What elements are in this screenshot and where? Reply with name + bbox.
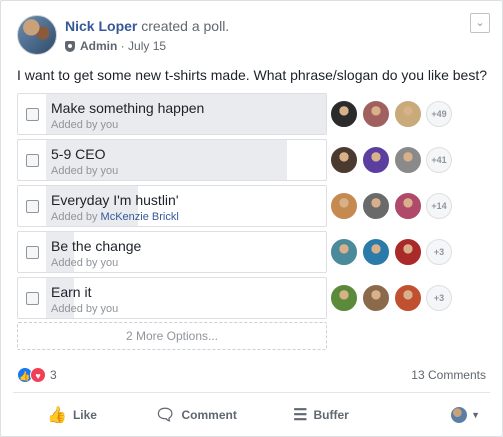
- more-voters-count[interactable]: +3: [426, 285, 452, 311]
- post-header-line: Nick Loper created a poll.: [65, 17, 229, 35]
- voter-avatar[interactable]: [330, 238, 358, 266]
- comment-label: Comment: [181, 407, 237, 422]
- added-by-prefix: Added by: [51, 257, 98, 269]
- poll-option[interactable]: Earn it Added by you: [17, 277, 327, 319]
- voter-avatar[interactable]: [330, 146, 358, 174]
- post-options-button[interactable]: ⌄: [470, 13, 490, 33]
- audience-selector[interactable]: ▼: [451, 406, 480, 423]
- option-voters: +14: [330, 185, 452, 227]
- voter-avatar[interactable]: [330, 192, 358, 220]
- option-checkbox[interactable]: [26, 292, 39, 305]
- option-label: Be the change: [51, 238, 142, 254]
- added-by-prefix: Added by: [51, 165, 98, 177]
- chevron-down-icon: ⌄: [475, 17, 485, 29]
- thumbs-up-icon: 👍: [47, 406, 67, 424]
- poll-option[interactable]: Be the change Added by you: [17, 231, 327, 273]
- option-checkbox[interactable]: [26, 108, 39, 121]
- author-role: Admin: [80, 39, 118, 53]
- added-by-name: you: [100, 119, 119, 131]
- voter-avatar[interactable]: [394, 284, 422, 312]
- poll-question: I want to get some new t-shirts made. Wh…: [17, 67, 488, 83]
- shield-icon: [65, 40, 75, 52]
- post-date-link[interactable]: July 15: [128, 37, 166, 55]
- option-label: Make something happen: [51, 100, 205, 116]
- reactions-summary[interactable]: 👍 ♥ 3: [17, 367, 57, 383]
- heart-icon: ♥: [30, 367, 46, 383]
- voter-avatar[interactable]: [362, 192, 390, 220]
- voter-avatar[interactable]: [362, 238, 390, 266]
- author-avatar[interactable]: [17, 15, 57, 55]
- buffer-button[interactable]: ☰ Buffer: [261, 399, 381, 431]
- option-added-by: Added by you: [51, 256, 118, 270]
- option-checkbox[interactable]: [26, 246, 39, 259]
- voter-avatar[interactable]: [362, 146, 390, 174]
- post-stats: 👍 ♥ 3 13 Comments: [17, 365, 486, 385]
- author-name-link[interactable]: Nick Loper: [65, 18, 137, 34]
- voter-avatar[interactable]: [394, 192, 422, 220]
- caret-down-icon: ▼: [471, 409, 480, 420]
- post-actions-bar: 👍 Like 🗨 Comment ☰ Buffer ▼: [13, 392, 490, 436]
- added-by-name: you: [100, 257, 119, 269]
- post-header-info: Nick Loper created a poll. Admin · July …: [65, 17, 229, 55]
- option-label: Earn it: [51, 284, 92, 300]
- option-label: 5-9 CEO: [51, 146, 106, 162]
- voter-avatar[interactable]: [394, 238, 422, 266]
- option-checkbox[interactable]: [26, 154, 39, 167]
- poll-option[interactable]: Make something happen Added by you: [17, 93, 327, 135]
- added-by-name: you: [100, 165, 119, 177]
- option-added-by: Added by you: [51, 164, 118, 178]
- poll-post-card: Nick Loper created a poll. Admin · July …: [0, 0, 503, 437]
- option-checkbox[interactable]: [26, 200, 39, 213]
- added-by-prefix: Added by: [51, 303, 98, 315]
- voter-avatar[interactable]: [330, 100, 358, 128]
- voter-avatar[interactable]: [362, 284, 390, 312]
- more-options-button[interactable]: 2 More Options...: [17, 322, 327, 350]
- comment-button[interactable]: 🗨 Comment: [131, 399, 261, 431]
- meta-separator: ·: [117, 39, 129, 53]
- voter-avatar[interactable]: [362, 100, 390, 128]
- option-voters: +3: [330, 277, 452, 319]
- option-added-by: Added by McKenzie Brickl: [51, 210, 179, 224]
- more-voters-count[interactable]: +3: [426, 239, 452, 265]
- voter-avatar[interactable]: [394, 100, 422, 128]
- buffer-stack-icon: ☰: [293, 406, 308, 424]
- option-voters: +41: [330, 139, 452, 181]
- post-action-text: created a poll.: [141, 18, 230, 34]
- audience-avatar: [451, 406, 468, 423]
- option-voters: +49: [330, 93, 452, 135]
- more-voters-count[interactable]: +14: [426, 193, 452, 219]
- option-added-by: Added by you: [51, 118, 118, 132]
- added-by-prefix: Added by: [51, 119, 98, 131]
- post-header: Nick Loper created a poll. Admin · July …: [17, 15, 229, 55]
- reaction-count: 3: [50, 368, 57, 382]
- poll-option[interactable]: 5-9 CEO Added by you: [17, 139, 327, 181]
- comment-bubble-icon: 🗨: [155, 406, 176, 424]
- like-label: Like: [72, 407, 97, 422]
- comments-count-link[interactable]: 13 Comments: [411, 368, 486, 382]
- voter-avatar[interactable]: [394, 146, 422, 174]
- post-meta: Admin · July 15: [65, 37, 229, 55]
- buffer-label: Buffer: [313, 407, 349, 422]
- voter-avatar[interactable]: [330, 284, 358, 312]
- added-by-name: you: [100, 303, 119, 315]
- more-voters-count[interactable]: +41: [426, 147, 452, 173]
- like-button[interactable]: 👍 Like: [13, 399, 131, 431]
- more-voters-count[interactable]: +49: [426, 101, 452, 127]
- option-added-by: Added by you: [51, 302, 118, 316]
- option-voters: +3: [330, 231, 452, 273]
- added-by-prefix: Added by: [51, 211, 98, 223]
- added-by-name[interactable]: McKenzie Brickl: [101, 211, 179, 223]
- poll-option[interactable]: Everyday I'm hustlin' Added by McKenzie B…: [17, 185, 327, 227]
- option-label: Everyday I'm hustlin': [51, 192, 179, 208]
